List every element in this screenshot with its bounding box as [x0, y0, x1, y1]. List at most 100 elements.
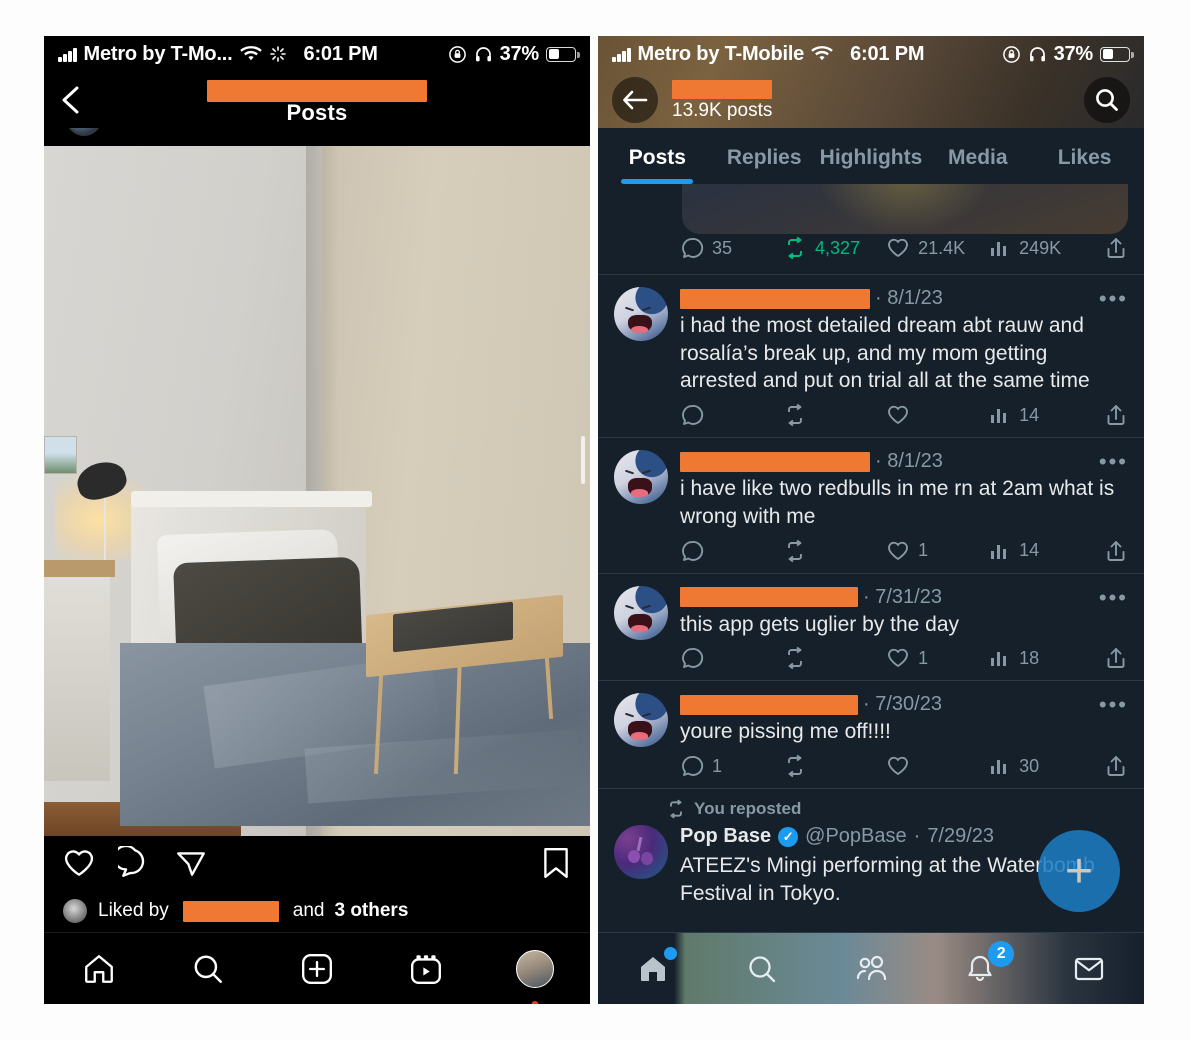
tweet-row[interactable]: · 8/1/23 ••• i have like two redbulls in…	[598, 437, 1144, 572]
share-button[interactable]	[1104, 539, 1128, 563]
like-metric[interactable]: 21.4K	[886, 236, 989, 260]
tw-tab-home[interactable]	[623, 943, 683, 995]
tw-tab-bar: 2	[598, 932, 1144, 1004]
search-button[interactable]	[1084, 77, 1130, 123]
repost-metric[interactable]	[783, 539, 886, 563]
tweet-row[interactable]: · 7/30/23 ••• youre pissing me off!!!! 1	[598, 680, 1144, 788]
reply-metric[interactable]: 35	[680, 236, 783, 260]
tw-profile-banner: Metro by T-Mobile 6:01 PM 37% 13.9K post…	[598, 36, 1144, 128]
tab-media[interactable]: Media	[924, 146, 1031, 184]
tw-tab-messages[interactable]	[1059, 943, 1119, 995]
ig-liked-by-row[interactable]: Liked by and 3 others	[44, 890, 590, 932]
tw-tab-search[interactable]	[732, 943, 792, 995]
reply-metric[interactable]	[680, 646, 783, 670]
repost-metric[interactable]: 4,327	[783, 236, 886, 260]
tw-partial-tweet-media[interactable]	[598, 184, 1144, 236]
views-metric[interactable]: 249K	[989, 237, 1092, 259]
heart-icon[interactable]	[62, 846, 96, 880]
repost-metric[interactable]	[783, 646, 886, 670]
like-metric[interactable]	[886, 403, 989, 427]
avatar[interactable]	[614, 693, 668, 748]
tw-battery-percent: 37%	[1053, 42, 1094, 65]
tw-metrics: 1 30	[680, 754, 1128, 778]
ig-tab-home[interactable]	[67, 941, 131, 997]
tweet-author-redacted	[680, 451, 870, 472]
more-options-icon[interactable]: •••	[1099, 694, 1128, 716]
headphones-icon	[1028, 45, 1047, 64]
screenshot-canvas: Metro by T-Mo... 6:01 PM 37% Posts Liked…	[0, 0, 1190, 1040]
headphones-icon	[474, 45, 493, 64]
avatar[interactable]	[614, 585, 668, 640]
more-options-icon[interactable]: •••	[1099, 450, 1128, 472]
views-metric[interactable]: 14	[989, 404, 1092, 426]
ig-tab-bar	[44, 932, 590, 1004]
more-options-icon[interactable]: •••	[1099, 287, 1128, 309]
bookmark-icon[interactable]	[540, 846, 572, 880]
tab-highlights[interactable]: Highlights	[818, 146, 925, 184]
avatar[interactable]	[614, 825, 668, 880]
paper-plane-icon[interactable]	[174, 846, 208, 880]
like-metric[interactable]: 1	[886, 539, 989, 563]
ig-tab-profile[interactable]	[503, 941, 567, 1004]
tweet-body: · 8/1/23 ••• i had the most detailed dre…	[680, 287, 1128, 427]
profile-notification-dot	[531, 1000, 539, 1004]
share-button[interactable]	[1104, 646, 1128, 670]
avatar[interactable]	[614, 287, 668, 341]
tab-likes[interactable]: Likes	[1031, 146, 1138, 184]
repost-metric[interactable]	[783, 754, 886, 778]
tw-timeline[interactable]: 35 4,327 21.4K 249K · 8/1/23 ••• i had t…	[598, 184, 1144, 932]
rotation-lock-icon	[1002, 45, 1021, 64]
battery-icon	[1100, 46, 1134, 62]
repost-metric[interactable]	[783, 403, 886, 427]
like-metric[interactable]: 1	[886, 646, 989, 670]
home-unread-dot	[663, 946, 677, 960]
ig-tab-search[interactable]	[176, 941, 240, 997]
like-metric[interactable]	[886, 754, 989, 778]
ig-tab-create[interactable]	[285, 941, 349, 997]
view-count: 14	[1019, 404, 1040, 425]
tweet-header: · 8/1/23 •••	[680, 287, 1128, 310]
tw-tab-communities[interactable]	[841, 943, 901, 995]
avatar[interactable]	[614, 450, 668, 505]
view-count: 14	[1019, 540, 1040, 561]
share-button[interactable]	[1104, 754, 1128, 778]
reply-metric[interactable]	[680, 539, 783, 563]
tweet-author-redacted	[680, 587, 858, 608]
share-button[interactable]	[1104, 236, 1128, 260]
date-separator: ·	[913, 825, 921, 848]
more-options-icon[interactable]: •••	[1099, 586, 1128, 608]
tw-tab-notifications[interactable]: 2	[950, 940, 1015, 995]
tweet-date: · 7/30/23	[863, 693, 942, 716]
views-metric[interactable]: 18	[989, 647, 1092, 669]
compose-post-button[interactable]: +	[1038, 830, 1120, 912]
tweet-author-redacted	[680, 288, 870, 309]
profile-avatar[interactable]	[516, 949, 555, 988]
tweet-media-image[interactable]	[682, 184, 1128, 234]
views-metric[interactable]: 14	[989, 540, 1092, 562]
plus-icon: +	[1064, 844, 1094, 898]
reply-count: 35	[712, 237, 733, 258]
tweet-row[interactable]: · 8/1/23 ••• i had the most detailed dre…	[598, 274, 1144, 437]
share-button[interactable]	[1104, 403, 1128, 427]
tab-replies[interactable]: Replies	[711, 146, 818, 184]
avatar	[66, 128, 102, 136]
scrollbar[interactable]	[581, 435, 585, 485]
views-metric[interactable]: 30	[989, 755, 1092, 777]
tw-display-name-redacted	[672, 79, 772, 99]
author-handle: @PopBase	[805, 825, 907, 848]
ig-post-photo[interactable]	[44, 146, 590, 836]
tw-status-bar: Metro by T-Mobile 6:01 PM 37%	[598, 36, 1144, 72]
tw-profile-tabs: Posts Replies Highlights Media Likes	[598, 128, 1144, 184]
reply-metric[interactable]	[680, 403, 783, 427]
reply-count: 1	[712, 755, 723, 776]
photo-headboard-rail	[131, 491, 372, 507]
back-button[interactable]	[612, 77, 658, 123]
ig-tab-reels[interactable]	[394, 941, 458, 997]
photo-wall-art	[44, 435, 77, 474]
view-count: 18	[1019, 647, 1040, 668]
tab-posts[interactable]: Posts	[604, 146, 711, 184]
reply-metric[interactable]: 1	[680, 754, 783, 778]
comment-bubble-icon[interactable]	[118, 846, 152, 880]
tweet-row[interactable]: · 7/31/23 ••• this app gets uglier by th…	[598, 572, 1144, 681]
